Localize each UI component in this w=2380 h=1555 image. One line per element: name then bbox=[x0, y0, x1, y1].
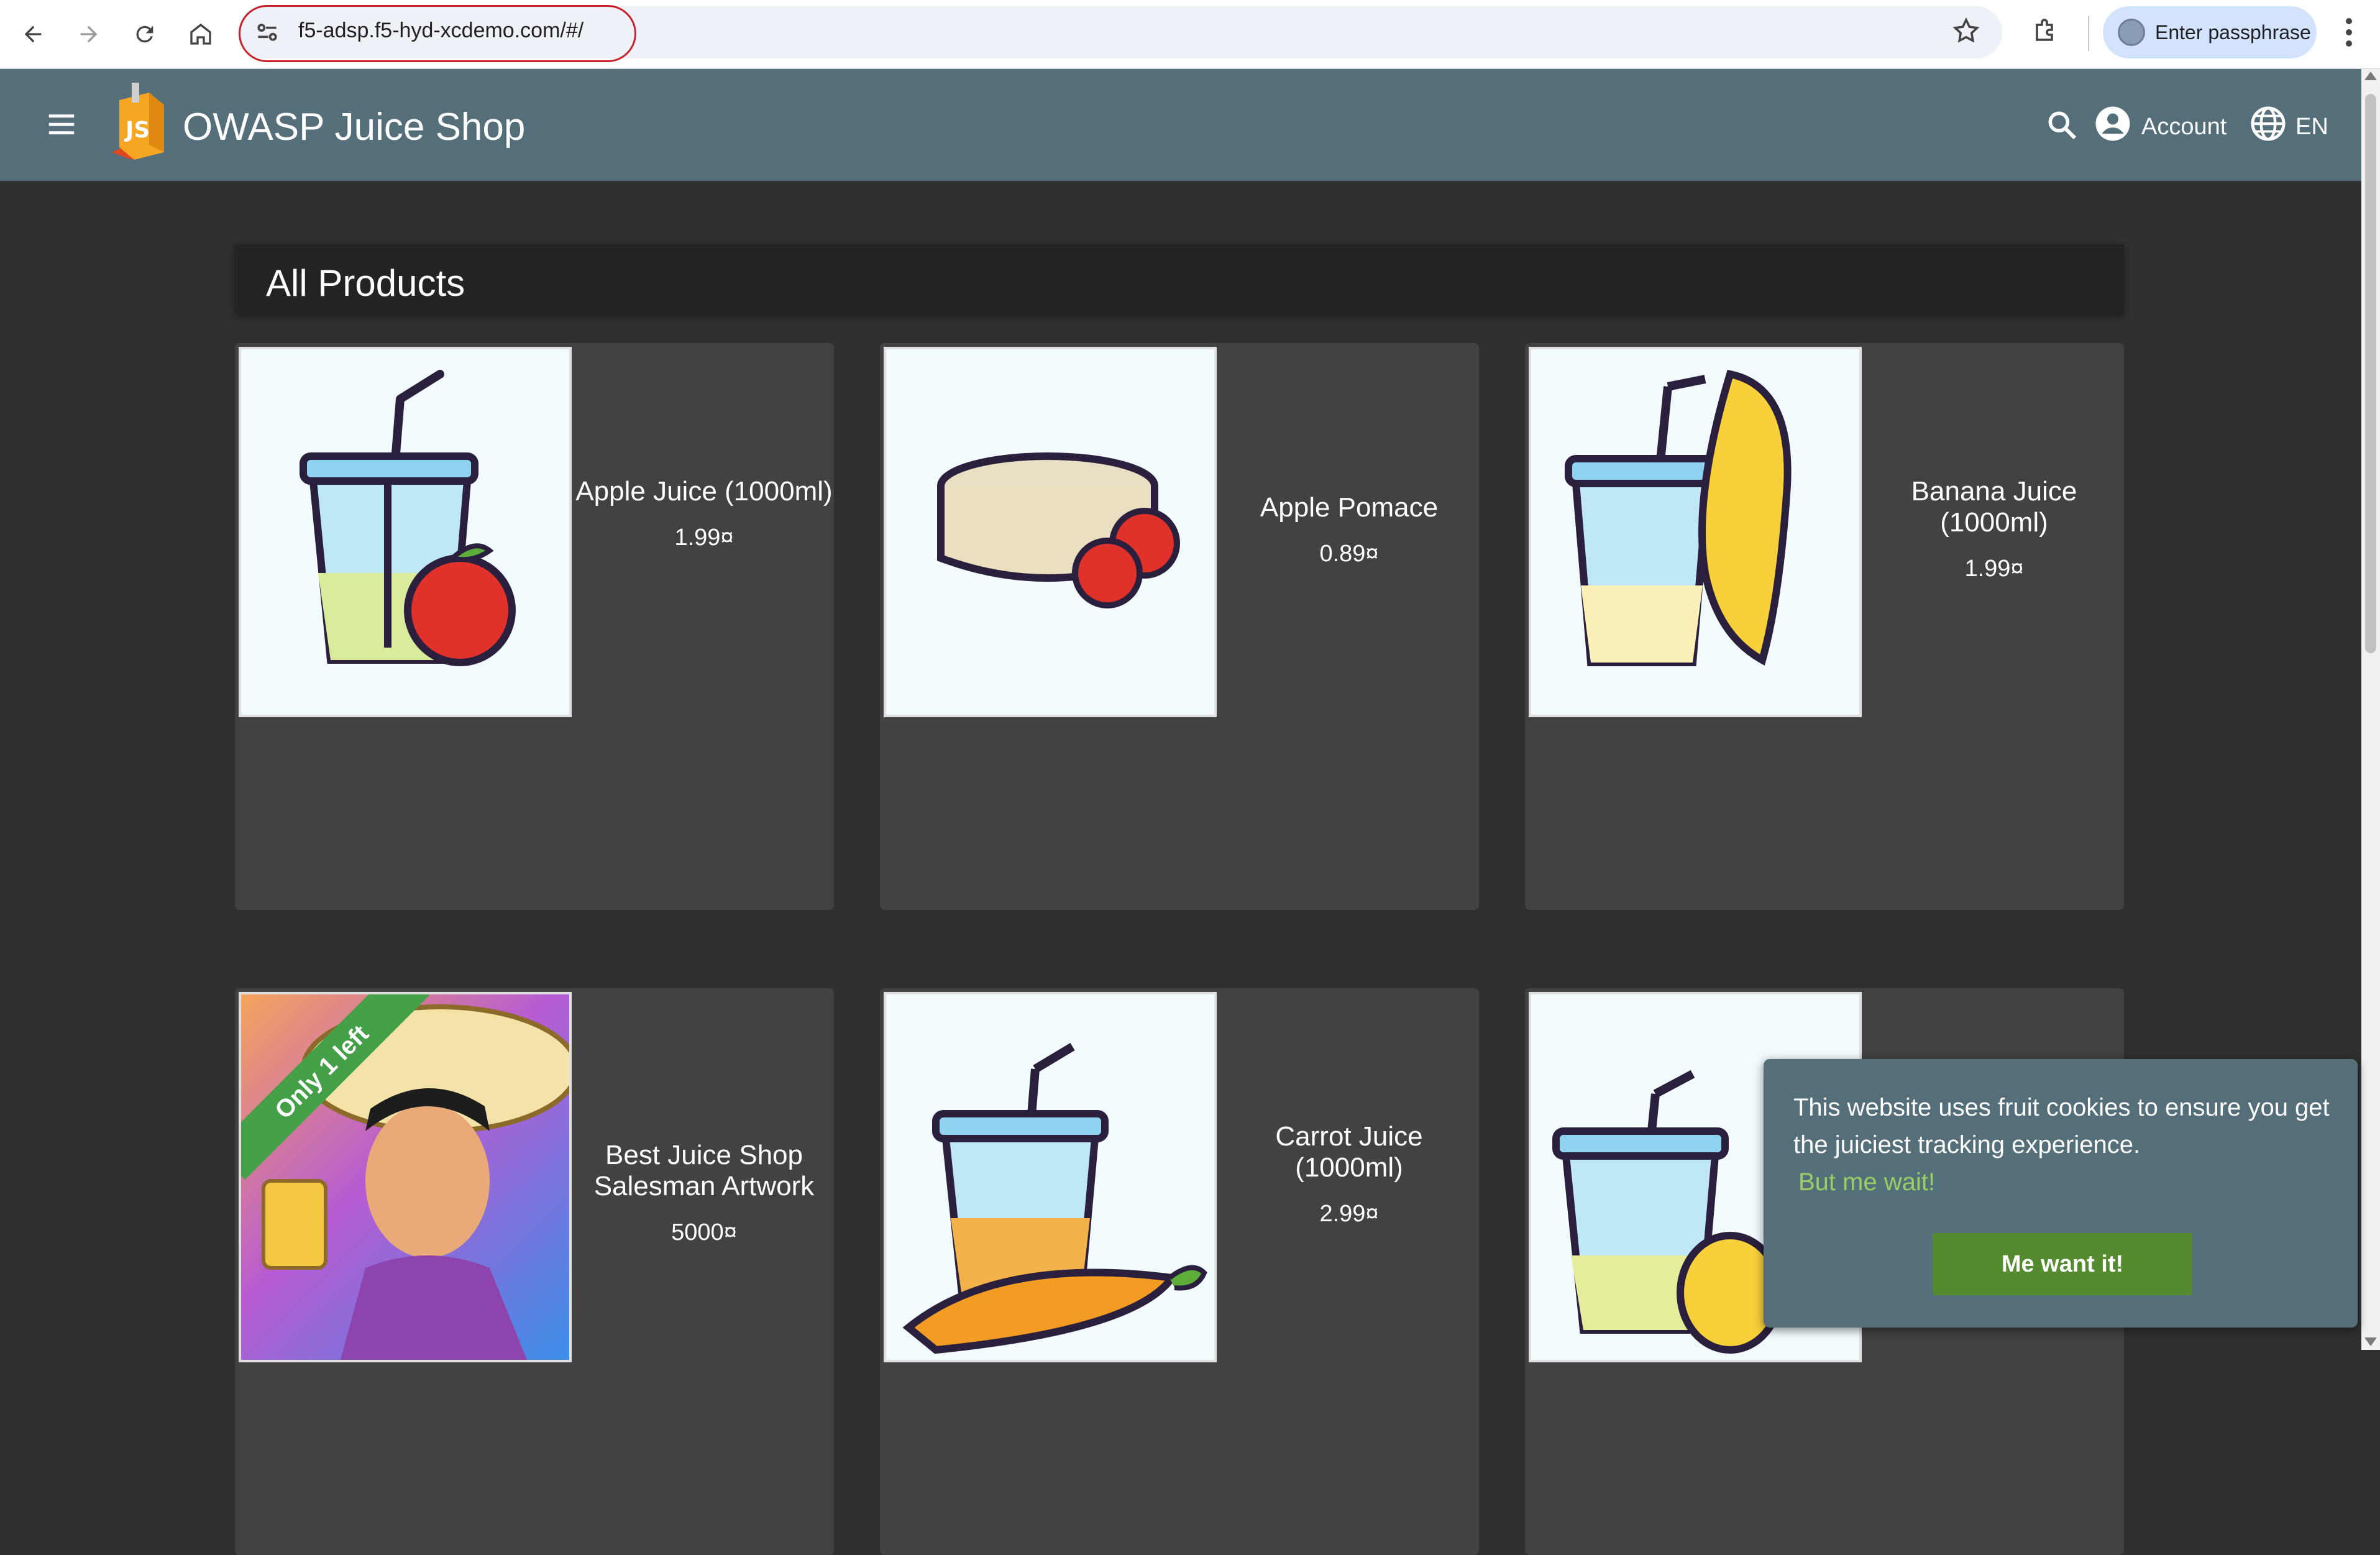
product-price: 0.89¤ bbox=[1319, 541, 1379, 567]
cookie-message: This website uses fruit cookies to ensur… bbox=[1793, 1094, 2330, 1158]
forward-button[interactable] bbox=[67, 12, 111, 56]
passphrase-button[interactable]: Enter passphrase bbox=[2103, 6, 2317, 58]
home-icon bbox=[190, 23, 211, 45]
url-highlight-annotation bbox=[239, 5, 636, 62]
language-globe-icon[interactable] bbox=[2250, 105, 2287, 145]
product-name: Apple Pomace bbox=[1260, 492, 1439, 523]
product-info: Apple Pomace 0.89¤ bbox=[1219, 492, 1479, 567]
passphrase-label: Enter passphrase bbox=[2155, 21, 2311, 44]
browser-menu-icon[interactable] bbox=[2343, 15, 2355, 53]
product-info: Best Juice Shop Salesman Artwork 5000¤ bbox=[574, 1140, 834, 1246]
back-button[interactable] bbox=[11, 12, 55, 56]
product-name: Banana Juice (1000ml) bbox=[1911, 476, 2077, 538]
product-card[interactable]: Only 1 left Best Juice Shop Salesman Art… bbox=[235, 988, 834, 1555]
toolbar-divider bbox=[2088, 16, 2089, 51]
profile-avatar-icon bbox=[2118, 19, 2145, 46]
app-title[interactable]: OWASP Juice Shop bbox=[183, 105, 525, 149]
hamburger-menu-icon[interactable] bbox=[45, 108, 78, 144]
product-name: Best Juice Shop Salesman Artwork bbox=[593, 1140, 815, 1201]
reload-button[interactable] bbox=[123, 12, 167, 56]
product-price: 1.99¤ bbox=[674, 525, 734, 551]
apple-juice-image[interactable] bbox=[239, 347, 572, 717]
search-icon[interactable] bbox=[2044, 108, 2079, 145]
logo-text: JS bbox=[124, 117, 150, 143]
product-card[interactable]: Apple Juice (1000ml) 1.99¤ bbox=[235, 343, 834, 910]
section-title: All Products bbox=[266, 262, 465, 304]
account-button-label[interactable]: Account bbox=[2141, 114, 2227, 140]
account-circle-icon[interactable] bbox=[2094, 105, 2131, 145]
product-price: 1.99¤ bbox=[1964, 556, 2024, 582]
reload-icon bbox=[136, 25, 153, 43]
home-button[interactable] bbox=[179, 12, 222, 56]
page-scrollbar[interactable] bbox=[2361, 69, 2380, 1350]
product-card[interactable]: Carrot Juice (1000ml) 2.99¤ bbox=[880, 988, 1479, 1555]
scroll-up-arrow-icon[interactable] bbox=[2364, 71, 2377, 80]
forward-arrow-icon bbox=[80, 25, 98, 43]
product-name: Carrot Juice (1000ml) bbox=[1275, 1121, 1423, 1183]
product-card[interactable]: Banana Juice (1000ml) 1.99¤ bbox=[1525, 343, 2124, 910]
juice-shop-logo[interactable]: JS bbox=[104, 83, 179, 170]
scroll-thumb[interactable] bbox=[2365, 94, 2376, 653]
product-price: 2.99¤ bbox=[1319, 1201, 1379, 1227]
cookie-consent-banner: This website uses fruit cookies to ensur… bbox=[1764, 1059, 2358, 1328]
product-card[interactable]: Apple Pomace 0.89¤ bbox=[880, 343, 1479, 910]
browser-toolbar: f5-adsp.f5-hyd-xcdemo.com/#/ Enter passp… bbox=[0, 0, 2380, 69]
cookie-accept-button[interactable]: Me want it! bbox=[1933, 1233, 2192, 1295]
carrot-juice-image[interactable] bbox=[884, 992, 1217, 1362]
product-name: Apple Juice (1000ml) bbox=[575, 476, 833, 507]
extensions-icon[interactable] bbox=[2031, 16, 2061, 49]
product-info: Banana Juice (1000ml) 1.99¤ bbox=[1864, 476, 2124, 582]
section-header: All Products bbox=[235, 244, 2124, 314]
salesman-artwork-image[interactable]: Only 1 left bbox=[239, 992, 572, 1362]
bookmark-star-icon[interactable] bbox=[1951, 16, 1981, 49]
back-arrow-icon bbox=[24, 25, 42, 43]
app-toolbar: JS OWASP Juice Shop Account EN bbox=[0, 69, 2361, 181]
product-info: Apple Juice (1000ml) 1.99¤ bbox=[574, 476, 834, 551]
scroll-down-arrow-icon[interactable] bbox=[2364, 1337, 2377, 1346]
apple-pomace-image[interactable] bbox=[884, 347, 1217, 717]
language-label[interactable]: EN bbox=[2295, 114, 2328, 140]
product-info: Carrot Juice (1000ml) 2.99¤ bbox=[1219, 1121, 1479, 1227]
banana-juice-image[interactable] bbox=[1529, 347, 1862, 717]
cookie-learn-more-link[interactable]: But me wait! bbox=[1798, 1168, 1935, 1196]
product-price: 5000¤ bbox=[671, 1219, 737, 1245]
